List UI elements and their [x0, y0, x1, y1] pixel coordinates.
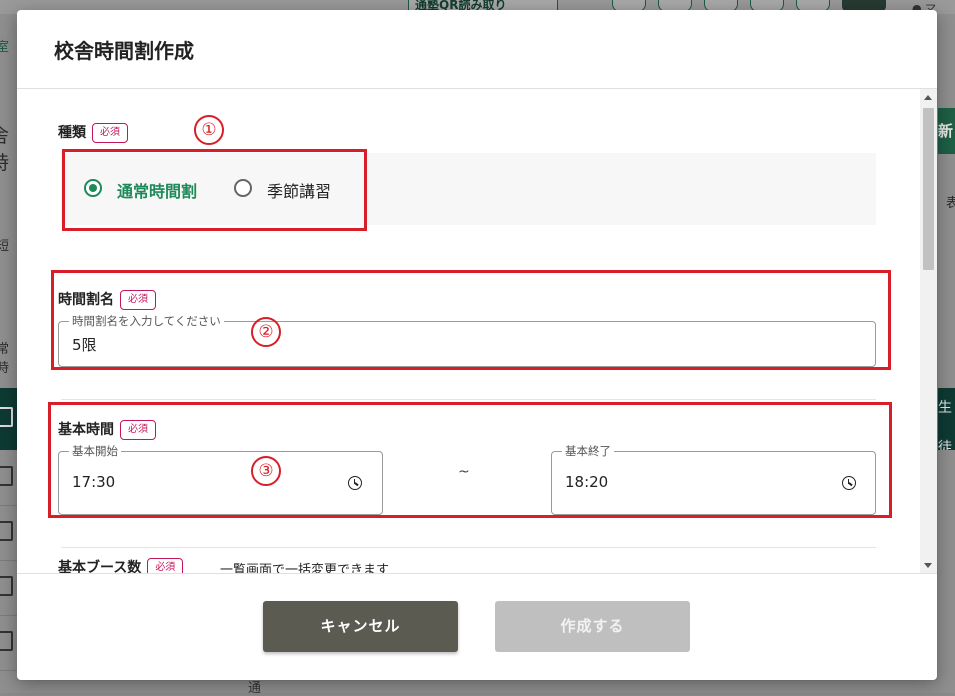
scroll-up-arrow-icon[interactable]: [924, 95, 932, 100]
scroll-thumb[interactable]: [923, 108, 934, 270]
create-button[interactable]: 作成する: [495, 601, 690, 652]
section-divider: [61, 547, 876, 548]
booth-count-note: 一覧画面で一括変更できます: [220, 563, 390, 573]
footer-divider: [17, 573, 937, 574]
row-divider: [0, 505, 17, 506]
right-label-fragment: 表: [946, 196, 955, 211]
annotation-number-1: ①: [194, 115, 224, 145]
new-create-button[interactable]: 新: [938, 108, 955, 154]
row-divider: [0, 670, 17, 671]
annotation-box-1: [62, 149, 367, 231]
required-badge: 必須: [92, 123, 128, 143]
background-bottom-row: 通: [0, 681, 955, 696]
filter-value-fragment: 常時: [0, 342, 10, 376]
students-column-header: 生徒: [938, 400, 952, 450]
annotation-box-3: [48, 402, 892, 518]
row-checkbox[interactable]: [0, 466, 13, 486]
row-checkbox[interactable]: [0, 521, 13, 541]
booth-label-text: 基本ブース数: [58, 560, 142, 573]
annotation-number-3: ③: [251, 456, 281, 486]
required-badge: 必須: [147, 558, 184, 573]
type-field-label: 種類 必須: [58, 122, 128, 143]
dialog-scrollbar[interactable]: [920, 89, 937, 573]
booth-count-field-label: 基本ブース数 必須: [58, 557, 184, 573]
dialog-body[interactable]: 種類 必須 通常時間割 季節講習 時間割名 必須 時間割名を入力してください 5限 …: [17, 89, 920, 573]
row-divider: [0, 615, 17, 616]
breadcrumb-fragment: 室: [0, 40, 10, 55]
annotation-box-2: [51, 270, 891, 370]
scroll-down-arrow-icon[interactable]: [924, 563, 932, 568]
dialog-title: 校舎時間割作成: [54, 39, 194, 63]
row-divider: [0, 560, 17, 561]
row-checkbox[interactable]: [0, 631, 13, 651]
row-checkbox[interactable]: [0, 576, 13, 596]
new-button-label: 新: [938, 122, 954, 140]
page-title-fragment: 舎時: [0, 121, 17, 175]
annotation-number-2: ②: [251, 317, 281, 347]
header-checkbox[interactable]: [0, 407, 13, 427]
table-header-right: 生徒: [938, 388, 955, 450]
section-divider: [61, 399, 876, 400]
create-timetable-dialog: 校舎時間割作成 種類 必須 通常時間割 季節講習 時間割名 必須 時間割名を入力して…: [17, 10, 937, 680]
cancel-button[interactable]: キャンセル: [263, 601, 458, 652]
type-label-text: 種類: [58, 125, 86, 141]
filter-label-fragment: 短: [0, 239, 10, 254]
